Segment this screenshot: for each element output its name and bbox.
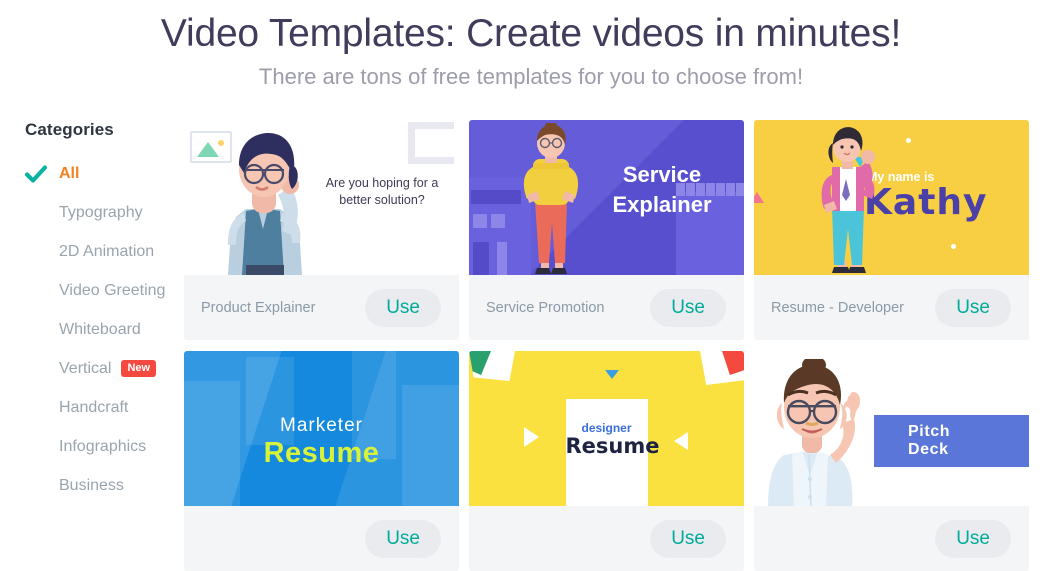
template-card-product-explainer[interactable]: Are you hoping for a better solution? Pr… [184, 120, 459, 340]
triangle-left-icon [674, 432, 688, 450]
sidebar-item-label: Handcraft [59, 398, 129, 416]
bracket-decoration-icon [408, 122, 454, 164]
thumbnail-caption: Are you hoping for a better solution? [325, 176, 439, 207]
page-header: Video Templates: Create videos in minute… [0, 0, 1062, 94]
template-name: Product Explainer [201, 299, 316, 316]
card-footer: Use [754, 506, 1029, 571]
thumbnail-title-line2: Explainer [612, 192, 712, 217]
sidebar-item-handcraft[interactable]: Handcraft [25, 388, 184, 427]
sidebar-item-video-greeting[interactable]: Video Greeting [25, 271, 184, 310]
template-card-pitch-deck[interactable]: Pitch Deck Use [754, 351, 1029, 571]
sidebar-item-vertical[interactable]: Vertical New [25, 349, 184, 388]
sidebar-item-label: Video Greeting [59, 281, 166, 299]
use-button[interactable]: Use [365, 519, 441, 558]
corner-decoration-left [469, 351, 515, 381]
template-thumbnail[interactable]: Service Explainer [469, 120, 744, 275]
thumbnail-subtitle: Marketer [280, 415, 363, 436]
sidebar-item-2d-animation[interactable]: 2D Animation [25, 232, 184, 271]
categories-heading: Categories [25, 120, 114, 139]
template-card-service-promotion[interactable]: Service Explainer Service Promotion Use [469, 120, 744, 340]
triangle-down-icon [605, 370, 619, 379]
sidebar-item-label: Typography [59, 203, 143, 221]
template-name: Service Promotion [486, 299, 605, 316]
thumbnail-panel: designer Resume [565, 399, 660, 506]
sidebar-item-all[interactable]: All [25, 154, 184, 193]
sidebar-item-business[interactable]: Business [25, 466, 184, 505]
main-content: Categories All Typography 2D Animation V… [0, 120, 1062, 571]
use-button[interactable]: Use [650, 288, 726, 327]
sidebar-item-infographics[interactable]: Infographics [25, 427, 184, 466]
dot-decoration-2 [951, 244, 956, 249]
sidebar-item-label: Business [59, 476, 124, 494]
template-thumbnail[interactable]: Pitch Deck [754, 351, 1029, 506]
status-badge-new: New [121, 360, 157, 377]
thumbnail-title-line1: Service [622, 162, 702, 187]
thumbnail-subtitle: designer [581, 421, 632, 435]
sidebar-item-label: Infographics [59, 437, 147, 455]
page-subtitle: There are tons of free templates for you… [258, 64, 804, 89]
triangle-right-icon [524, 427, 539, 447]
check-icon [25, 164, 59, 183]
thumbnail-title: Pitch Deck [874, 415, 1029, 467]
template-card-marketer-resume[interactable]: Marketer Resume Use [184, 351, 459, 571]
sidebar-item-label: Vertical [59, 359, 112, 377]
sidebar-item-label: 2D Animation [59, 242, 155, 260]
thumbnail-title: Resume [263, 437, 380, 469]
thumbnail-title: Resume [565, 434, 660, 458]
template-name: Resume - Developer [771, 299, 904, 316]
use-button[interactable]: Use [650, 519, 726, 558]
card-footer: Use [184, 506, 459, 571]
card-footer: Product Explainer Use [184, 275, 459, 340]
page-title: Video Templates: Create videos in minute… [160, 12, 902, 55]
character-illustration [766, 359, 870, 506]
card-footer: Use [469, 506, 744, 571]
template-thumbnail[interactable]: My name is Kathy [754, 120, 1029, 275]
use-button[interactable]: Use [935, 519, 1011, 558]
card-footer: Resume - Developer Use [754, 275, 1029, 340]
template-thumbnail[interactable]: Marketer Resume [184, 351, 459, 506]
character-illustration [806, 125, 886, 275]
template-grid: Are you hoping for a better solution? Pr… [184, 120, 1062, 571]
triangle-decoration-pink-2 [754, 192, 764, 203]
categories-sidebar: Categories All Typography 2D Animation V… [0, 120, 184, 571]
sidebar-item-label: All [59, 164, 80, 182]
sidebar-item-label: Whiteboard [59, 320, 141, 338]
character-illustration [206, 125, 322, 275]
template-card-resume-developer[interactable]: My name is Kathy Resume - Developer Use [754, 120, 1029, 340]
use-button[interactable]: Use [935, 288, 1011, 327]
card-footer: Service Promotion Use [469, 275, 744, 340]
template-thumbnail[interactable]: designer Resume [469, 351, 744, 506]
character-illustration [511, 123, 589, 275]
use-button[interactable]: Use [365, 288, 441, 327]
sidebar-item-whiteboard[interactable]: Whiteboard [25, 310, 184, 349]
template-thumbnail[interactable]: Are you hoping for a better solution? [184, 120, 459, 275]
dot-decoration-1 [906, 138, 911, 143]
template-card-designer-resume[interactable]: designer Resume Use [469, 351, 744, 571]
corner-decoration-right [700, 351, 744, 385]
sidebar-item-typography[interactable]: Typography [25, 193, 184, 232]
thumbnail-title: Service Explainer [587, 160, 737, 220]
